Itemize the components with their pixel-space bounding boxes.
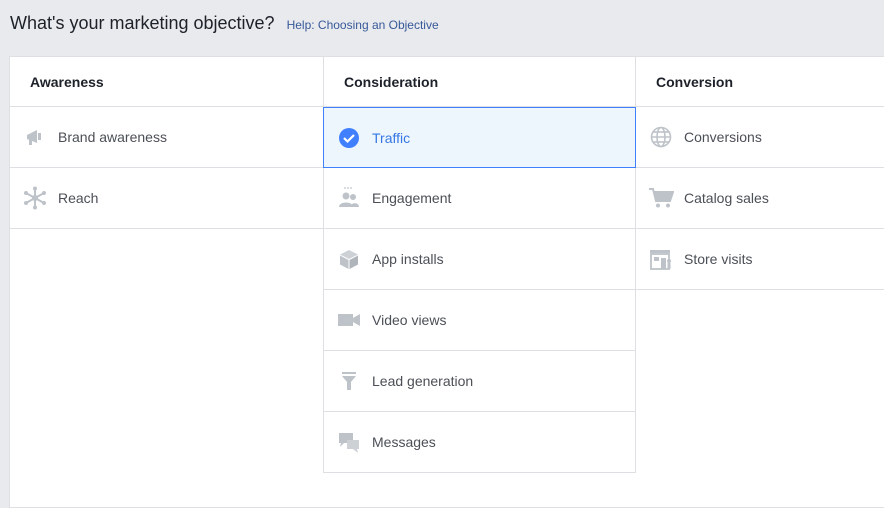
megaphone-icon [22,124,48,150]
conversion-column: Conversion Conversions Catalog sales Sto… [636,57,884,290]
conversion-heading: Conversion [636,57,884,107]
globe-icon [648,124,674,150]
objective-label: Brand awareness [58,129,167,145]
objective-app-installs[interactable]: App installs [323,229,636,290]
objective-store-visits[interactable]: Store visits [636,229,884,290]
help-link[interactable]: Help: Choosing an Objective [287,18,439,32]
objective-label: Video views [372,312,447,328]
objective-traffic[interactable]: Traffic [323,107,636,168]
objective-label: Store visits [684,251,753,267]
objective-label: Traffic [372,129,411,146]
video-camera-icon [336,307,362,333]
page-header: What's your marketing objective? Help: C… [10,13,439,39]
consideration-heading: Consideration [323,57,636,107]
objective-label: Catalog sales [684,190,769,206]
objective-reach[interactable]: Reach [10,168,323,229]
objective-label: Conversions [684,129,762,145]
store-icon [648,246,674,272]
awareness-heading: Awareness [10,57,323,107]
objective-label: Lead generation [372,373,474,389]
objective-catalog-sales[interactable]: Catalog sales [636,168,884,229]
check-circle-icon [336,125,362,151]
chat-bubbles-icon [336,429,362,455]
objective-brand-awareness[interactable]: Brand awareness [10,107,323,168]
objective-label: Reach [58,190,99,206]
objective-panel: Awareness Brand awareness Reach Consider… [9,56,884,508]
page-title: What's your marketing objective? [10,13,275,33]
objective-lead-generation[interactable]: Lead generation [323,351,636,412]
objective-label: App installs [372,251,444,267]
objective-engagement[interactable]: Engagement [323,168,636,229]
objective-label: Engagement [372,190,452,206]
objective-messages[interactable]: Messages [323,412,636,473]
objective-video-views[interactable]: Video views [323,290,636,351]
objective-label: Messages [372,434,436,450]
people-icon [336,185,362,211]
consideration-column: Consideration Traffic Engagement App ins… [323,57,636,473]
objective-conversions[interactable]: Conversions [636,107,884,168]
reach-icon [22,185,48,211]
cart-icon [648,185,674,211]
box-icon [336,246,362,272]
funnel-icon [336,368,362,394]
awareness-column: Awareness Brand awareness Reach [10,57,323,229]
